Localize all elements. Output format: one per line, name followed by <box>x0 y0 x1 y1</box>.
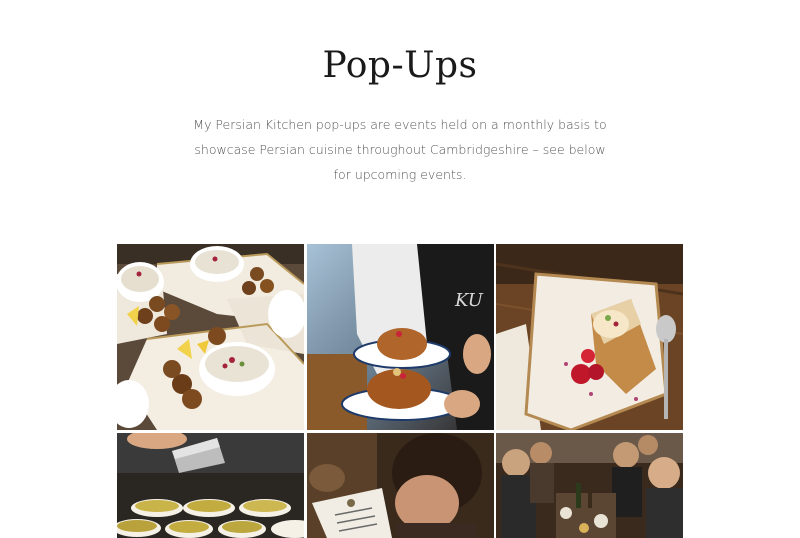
dining-table-image <box>496 433 683 538</box>
popups-section: Pop-Ups My Persian Kitchen pop-ups are e… <box>0 0 800 538</box>
gallery-photo-diner-menu[interactable] <box>307 433 494 538</box>
page-title: Pop-Ups <box>322 45 478 86</box>
gallery-photo-falafel-platters[interactable] <box>117 244 304 430</box>
diner-menu-image <box>307 433 494 538</box>
spice-shaker-image <box>117 433 304 538</box>
rolled-dessert-image <box>496 244 683 430</box>
gallery-photo-dining-table[interactable] <box>496 433 683 538</box>
svg-text:KU: KU <box>454 290 484 311</box>
falafel-platters-image <box>117 244 304 430</box>
intro-paragraph: My Persian Kitchen pop-ups are events he… <box>193 117 607 182</box>
gallery-photo-chef-serving[interactable]: KU <box>307 244 494 430</box>
photo-gallery: KU <box>117 244 683 538</box>
gallery-photo-spice-shaker[interactable] <box>117 433 304 538</box>
chef-serving-image: KU <box>307 244 494 430</box>
gallery-photo-rolled-dessert[interactable] <box>496 244 683 430</box>
